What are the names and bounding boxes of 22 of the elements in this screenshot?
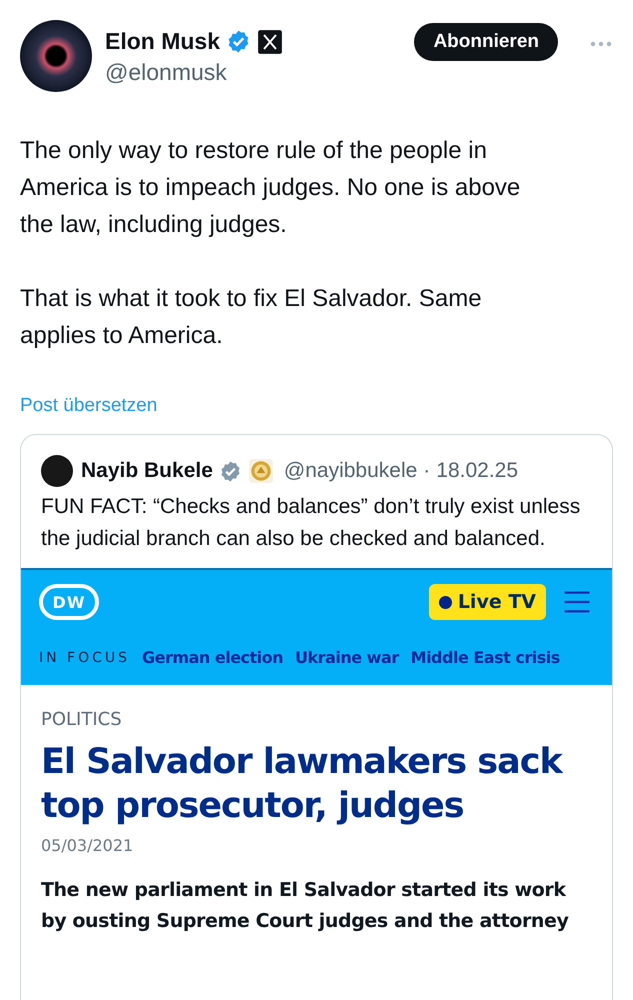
user-handle: @elonmusk [105,59,228,86]
article-summary: The new parliament in El Salvador started its work by ousting Supreme Court judges and the attorney [41,878,570,934]
topic-link[interactable]: German election [142,648,284,667]
site-logo: DW [39,584,99,620]
separator-dot: · [423,459,430,483]
user-handle: @nayibbukele [284,459,418,483]
user-name: Elon Musk [105,28,220,55]
article-category: POLITICS [41,709,123,730]
quote-text: FUN FACT: “Checks and balances” don’t truly exist unless the judicial branch can also be checked and balanced. [40,494,582,552]
topic-link[interactable]: Ukraine war [295,648,399,667]
article-headline: El Salvador lawmakers sack top prosecutor, judges [41,741,564,828]
subscribe-button[interactable]: Abonnieren [414,23,558,61]
live-tv-button[interactable]: Live TV [428,584,546,620]
article-date: 05/03/2021 [41,836,134,855]
user-name: Nayib Bukele [81,459,213,483]
focus-label: IN FOCUS [39,650,130,666]
live-dot-icon [438,596,452,608]
post-text: That is what it took to fix El Salvador. Same applies to America. [20,284,483,351]
translate-link[interactable]: Post übersetzen [20,395,158,417]
post-date: 18.02.25 [436,459,518,483]
topic-link[interactable]: Middle East crisis [410,648,560,667]
post-text: The only way to restore rule of the people in America is to impeach judges. No one is above the law, including judges. [20,136,522,240]
